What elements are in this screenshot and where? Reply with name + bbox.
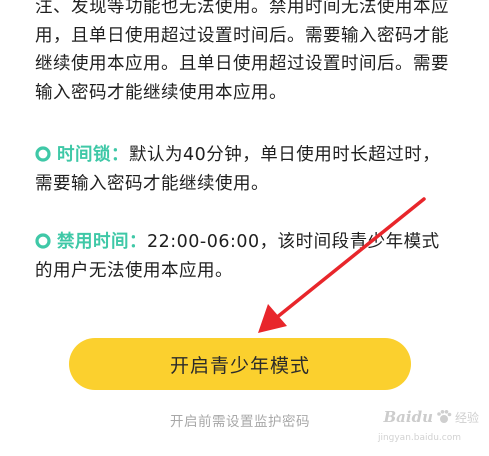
teen-mode-page: 注、发现等功能也无法使用。禁用时间无法使用本应用，且单日使用超过设置时间后。需要… bbox=[0, 0, 489, 456]
ring-bullet-icon bbox=[35, 146, 51, 162]
intro-text: 注、发现等功能也无法使用。禁用时间无法使用本应用，且单日使用超过设置时间后。需要… bbox=[35, 0, 449, 103]
watermark-url: jingyan.baidu.com bbox=[377, 433, 461, 443]
baidu-watermark: Baidu 经验 bbox=[383, 408, 479, 426]
ban-time-label: 禁用时间： bbox=[57, 232, 147, 252]
ban-time-paragraph: 禁用时间：22:00-06:00，该时间段青少年模式的用户无法使用本应用。 bbox=[35, 228, 455, 285]
time-lock-paragraph: 时间锁：默认为40分钟，单日使用时长超过时，需要输入密码才能继续使用。 bbox=[35, 141, 455, 198]
ring-bullet-icon bbox=[35, 233, 51, 249]
enable-teen-mode-button[interactable]: 开启青少年模式 bbox=[69, 338, 411, 390]
intro-paragraph: 注、发现等功能也无法使用。禁用时间无法使用本应用，且单日使用超过设置时间后。需要… bbox=[35, 0, 455, 107]
watermark-sub: 经验 bbox=[454, 410, 479, 425]
enable-teen-mode-label: 开启青少年模式 bbox=[169, 354, 310, 377]
time-lock-label: 时间锁： bbox=[57, 145, 129, 165]
watermark-brand: Baidu bbox=[383, 408, 433, 426]
paw-logo-icon bbox=[437, 410, 452, 423]
